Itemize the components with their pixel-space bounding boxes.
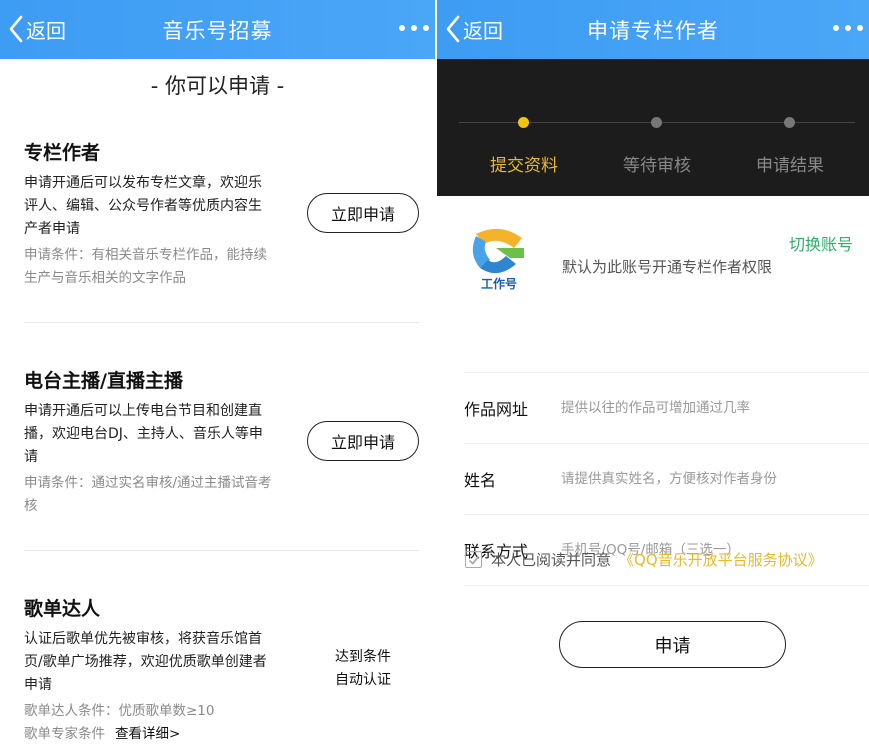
condition-label: 歌单专家条件: [24, 726, 105, 742]
role-description: 申请开通后可以发布专栏文章，欢迎乐评人、编辑、公众号作者等优质内容生产者申请: [24, 175, 262, 237]
back-label: 返回: [26, 18, 66, 43]
role-playlist-expert: 歌单达人 认证后歌单优先被审核，将获音乐馆首页/歌单广场推荐，欢迎优质歌单创建者…: [24, 594, 419, 746]
agreement-link[interactable]: 《QQ音乐开放平台服务协议》: [619, 549, 823, 570]
more-dots-icon[interactable]: [833, 17, 863, 39]
navbar: 返回 音乐号招募: [0, 0, 435, 59]
step-label-result: 申请结果: [756, 156, 824, 176]
back-label: 返回: [463, 18, 503, 43]
divider: [24, 322, 419, 323]
navbar: 返回 申请专栏作者: [437, 0, 869, 59]
app-logo-icon: 工作号: [472, 228, 524, 291]
role-description: 认证后歌单优先被审核，将获音乐馆首页/歌单广场推荐，欢迎优质歌单创建者申请: [24, 631, 267, 693]
back-button[interactable]: 返回: [8, 12, 66, 46]
form-row-name: 姓名: [464, 444, 869, 515]
role-radio-host: 电台主播/直播主播 申请开通后可以上传电台节目和创建直播，欢迎电台DJ、主持人、…: [24, 366, 419, 518]
step-label-submit: 提交资料: [490, 156, 558, 176]
submit-apply-button[interactable]: 申请: [559, 621, 786, 668]
auto-line-2: 自动认证: [335, 672, 391, 688]
role-title: 歌单达人: [24, 598, 101, 620]
form-row-works-url: 作品网址: [464, 373, 869, 444]
progress-steps: 提交资料 等待审核 申请结果: [437, 59, 869, 196]
agreement-row: 本人已阅读并同意 《QQ音乐开放平台服务协议》: [465, 549, 823, 570]
logo-text: 工作号: [481, 276, 517, 291]
section-header: - 你可以申请 -: [150, 74, 285, 98]
auto-certify-note: 达到条件 自动认证: [307, 646, 419, 692]
works-url-label: 作品网址: [464, 400, 529, 419]
works-url-input[interactable]: [561, 400, 851, 416]
playlist-master-condition: 歌单专家条件 查看详细>: [24, 723, 274, 746]
back-button[interactable]: 返回: [445, 12, 503, 46]
step-dot-submit: [518, 117, 529, 128]
chevron-left-icon: [446, 15, 460, 43]
apply-column-author-button[interactable]: 立即申请: [307, 193, 419, 233]
divider: [24, 550, 419, 551]
role-title: 专栏作者: [24, 142, 101, 164]
role-condition: 歌单达人条件：优质歌单数≥10 歌单专家条件 查看详细>: [24, 700, 274, 746]
apply-radio-host-button[interactable]: 立即申请: [307, 421, 419, 461]
role-condition: 申请条件：通过实名审核/通过主播试音考核: [24, 475, 272, 514]
name-label: 姓名: [464, 471, 497, 490]
left-screen-music-recruit: 返回 音乐号招募 - 你可以申请 - 专栏作者 申请开通后可以发布专栏文章，欢迎…: [0, 0, 435, 753]
right-screen-apply-author: 返回 申请专栏作者 提交资料 等待审核 申请结果 工作号 切换账号 默认为此账号…: [435, 0, 869, 753]
role-column-author: 专栏作者 申请开通后可以发布专栏文章，欢迎乐评人、编辑、公众号作者等优质内容生产…: [24, 138, 419, 290]
step-dot-review: [651, 117, 662, 128]
playlist-expert-condition: 歌单达人条件：优质歌单数≥10: [24, 703, 215, 719]
more-dots-icon[interactable]: [399, 17, 429, 39]
name-input[interactable]: [561, 471, 851, 487]
account-section: 工作号 切换账号 默认为此账号开通专栏作者权限: [464, 196, 869, 373]
auto-line-1: 达到条件: [335, 649, 391, 665]
agreement-checkbox[interactable]: [465, 551, 482, 568]
role-condition: 申请条件：有相关音乐专栏作品，能持续生产与音乐相关的文字作品: [24, 247, 267, 286]
agreement-text: 本人已阅读并同意: [491, 551, 612, 569]
role-description: 申请开通后可以上传电台节目和创建直播，欢迎电台DJ、主持人、音乐人等申请: [24, 403, 263, 465]
checkmark-icon: [468, 555, 479, 565]
step-label-review: 等待审核: [623, 156, 691, 176]
account-note: 默认为此账号开通专栏作者权限: [562, 258, 773, 276]
step-dot-result: [784, 117, 795, 128]
chevron-left-icon: [9, 15, 23, 43]
role-title: 电台主播/直播主播: [24, 370, 183, 392]
switch-account-link[interactable]: 切换账号: [789, 231, 853, 255]
view-details-link[interactable]: 查看详细>: [115, 726, 180, 742]
